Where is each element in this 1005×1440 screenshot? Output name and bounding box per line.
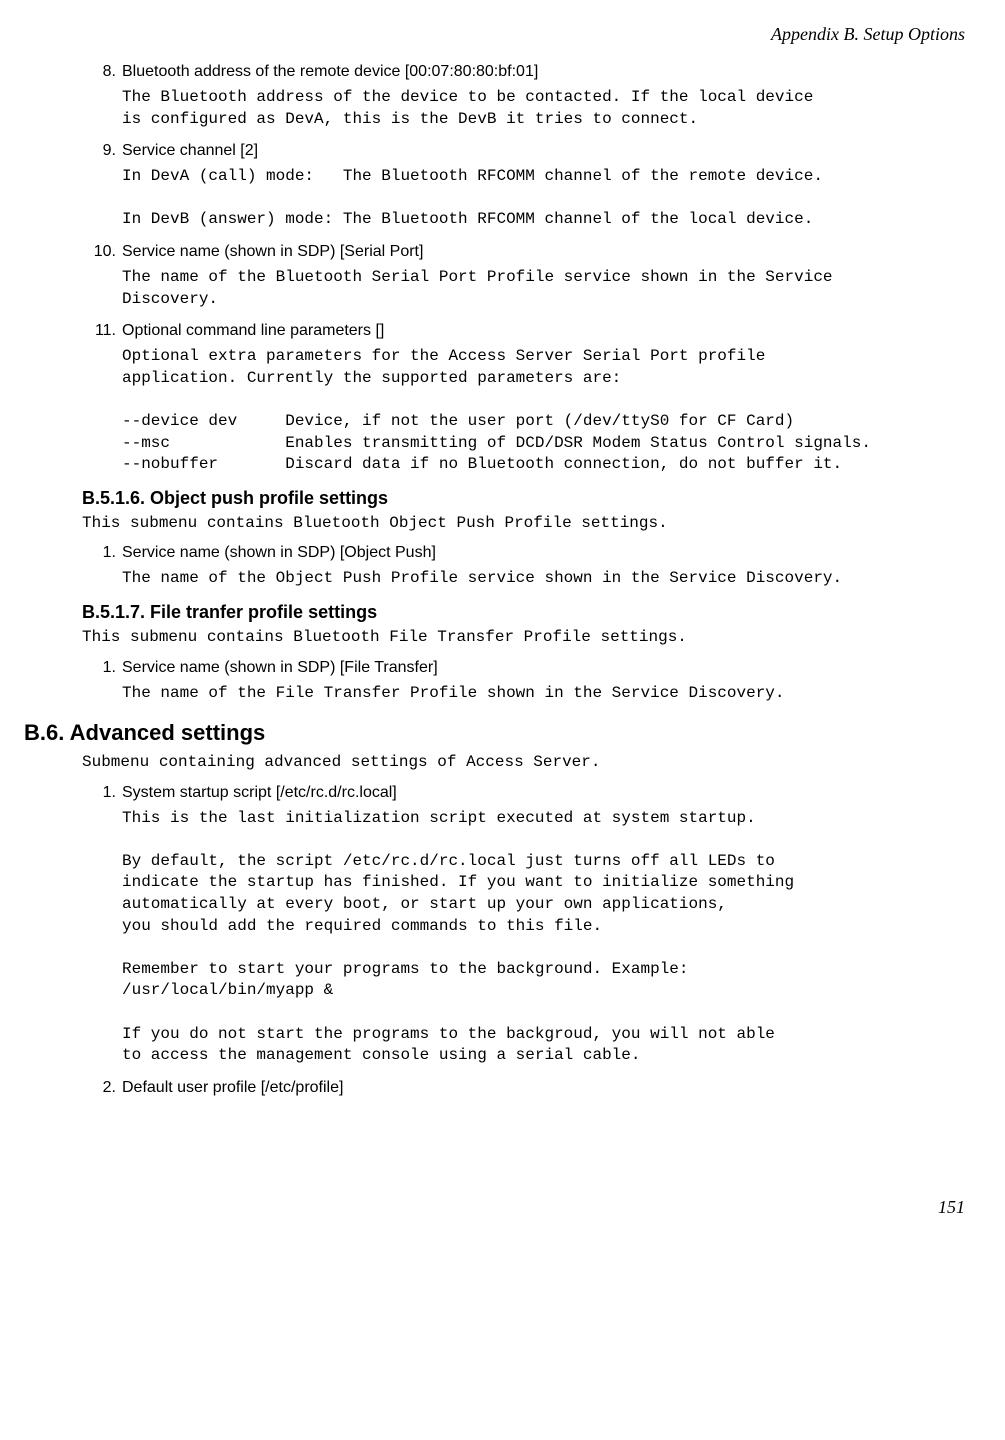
item-label: System startup script [/etc/rc.d/rc.loca… [122,784,397,802]
b6-list: 1. System startup script [/etc/rc.d/rc.l… [92,784,965,1097]
item-body: The Bluetooth address of the device to b… [122,87,965,130]
item-number: 1. [92,659,116,677]
intro-b6: Submenu containing advanced settings of … [82,752,965,774]
item-body: In DevA (call) mode: The Bluetooth RFCOM… [122,166,965,231]
item-number: 2. [92,1079,116,1097]
item-body: The name of the File Transfer Profile sh… [122,683,965,705]
page-number: 151 [24,1197,965,1218]
page-header: Appendix B. Setup Options [24,24,965,45]
item-number: 11. [92,322,116,340]
list-item: 10. Service name (shown in SDP) [Serial … [92,243,965,310]
item-label: Bluetooth address of the remote device [… [122,63,538,81]
heading-b6: B.6. Advanced settings [24,720,965,746]
heading-b516: B.5.1.6. Object push profile settings [82,488,965,509]
list-item: 1. Service name (shown in SDP) [File Tra… [92,659,965,705]
list-item: 1. Service name (shown in SDP) [Object P… [92,544,965,590]
top-list: 8. Bluetooth address of the remote devic… [92,63,965,476]
item-number: 8. [92,63,116,81]
heading-b517: B.5.1.7. File tranfer profile settings [82,602,965,623]
item-label: Default user profile [/etc/profile] [122,1079,343,1097]
item-number: 10. [92,243,116,261]
item-number: 1. [92,544,116,562]
list-item: 8. Bluetooth address of the remote devic… [92,63,965,130]
item-body: The name of the Bluetooth Serial Port Pr… [122,267,965,310]
list-item: 9. Service channel [2] In DevA (call) mo… [92,142,965,231]
item-label: Service name (shown in SDP) [File Transf… [122,659,438,677]
list-item: 1. System startup script [/etc/rc.d/rc.l… [92,784,965,1067]
item-body: The name of the Object Push Profile serv… [122,568,965,590]
intro-b516: This submenu contains Bluetooth Object P… [82,513,965,535]
item-label: Service name (shown in SDP) [Serial Port… [122,243,423,261]
item-number: 9. [92,142,116,160]
item-label: Optional command line parameters [] [122,322,384,340]
item-number: 1. [92,784,116,802]
list-item: 2. Default user profile [/etc/profile] [92,1079,965,1097]
item-body: Optional extra parameters for the Access… [122,346,965,476]
b516-list: 1. Service name (shown in SDP) [Object P… [92,544,965,590]
item-label: Service name (shown in SDP) [Object Push… [122,544,436,562]
item-body: This is the last initialization script e… [122,808,965,1067]
b517-list: 1. Service name (shown in SDP) [File Tra… [92,659,965,705]
list-item: 11. Optional command line parameters [] … [92,322,965,476]
intro-b517: This submenu contains Bluetooth File Tra… [82,627,965,649]
item-label: Service channel [2] [122,142,258,160]
